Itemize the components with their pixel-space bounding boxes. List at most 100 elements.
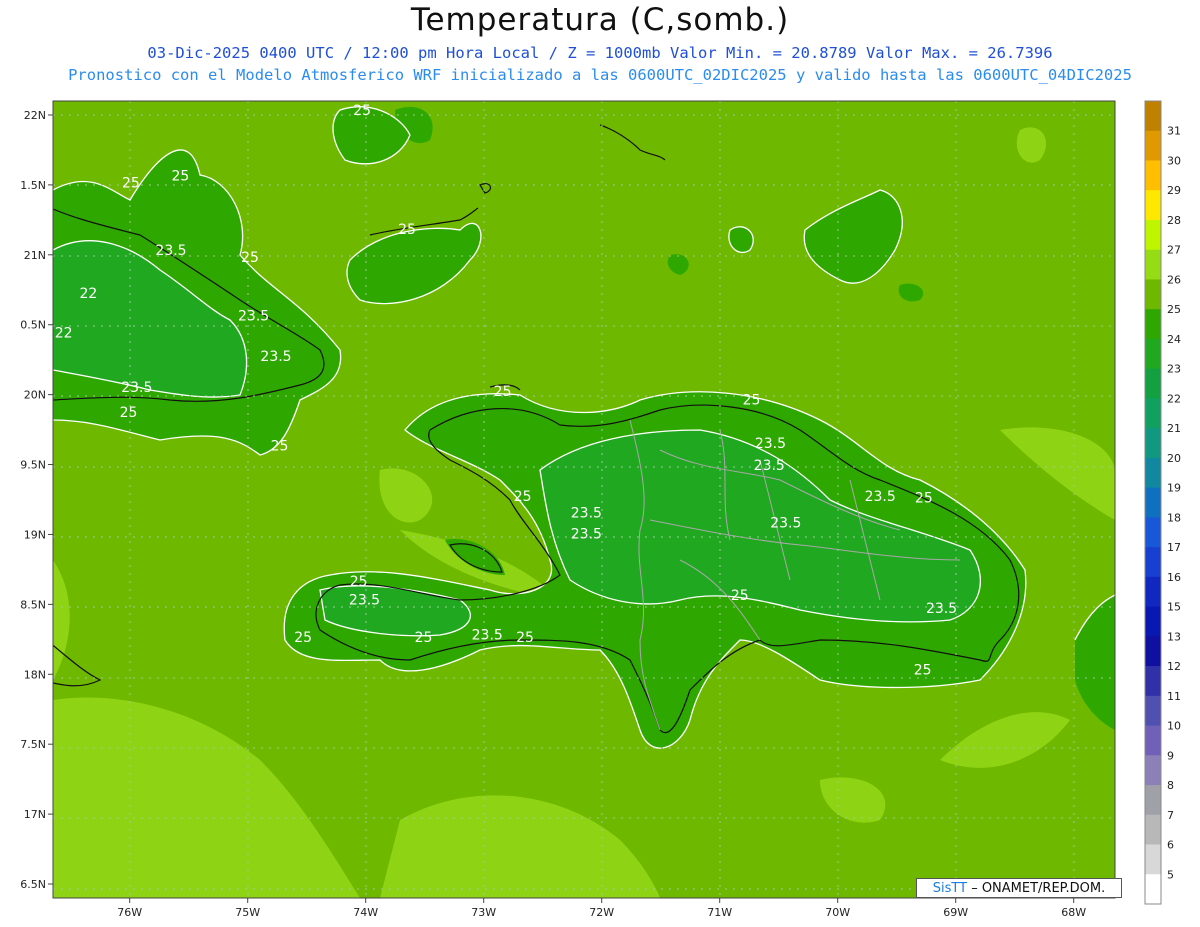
- colorbar-label: 23: [1167, 363, 1181, 376]
- contour-label: 25: [516, 630, 534, 646]
- contour-label: 25: [731, 588, 749, 604]
- colorbar-label: 28: [1167, 214, 1181, 227]
- lat-tick-label: 6.5N: [20, 878, 46, 891]
- contour-label: 23.5: [926, 601, 957, 617]
- colorbar-swatch: [1145, 368, 1161, 399]
- lon-tick-label: 76W: [117, 906, 142, 919]
- contour-label: 25: [415, 630, 433, 646]
- colorbar-label: 6: [1167, 839, 1174, 852]
- colorbar-label: 11: [1167, 690, 1181, 703]
- colorbar-swatch: [1145, 219, 1161, 251]
- colorbar-label: 25: [1167, 303, 1181, 316]
- colorbar-swatch: [1145, 874, 1161, 905]
- contour-label: 25: [743, 392, 761, 408]
- lon-tick-label: 73W: [471, 906, 496, 919]
- contour-label: 25: [353, 103, 371, 119]
- contour-label: 25: [914, 662, 932, 678]
- colorbar-label: 7: [1167, 809, 1174, 822]
- colorbar-label: 13: [1167, 630, 1181, 643]
- colorbar-label: 16: [1167, 571, 1181, 584]
- lat-tick-label: 22N: [24, 109, 46, 122]
- colorbar-swatch: [1145, 814, 1161, 846]
- colorbar-swatch: [1145, 398, 1161, 429]
- contour-label: 25: [271, 439, 289, 455]
- lat-tick-label: 0.5N: [20, 319, 46, 332]
- colorbar-swatch: [1145, 547, 1161, 578]
- lat-tick-label: 8.5N: [20, 598, 46, 611]
- colorbar-label: 22: [1167, 392, 1181, 405]
- colorbar-swatch: [1145, 428, 1161, 459]
- lon-tick-label: 68W: [1061, 906, 1086, 919]
- lon-tick-label: 72W: [589, 906, 614, 919]
- credit-box: SisTT – ONAMET/REP.DOM.: [916, 878, 1122, 898]
- colorbar-swatch: [1145, 755, 1161, 786]
- colorbar-swatch: [1145, 725, 1161, 756]
- colorbar-swatch: [1145, 457, 1161, 489]
- colorbar-swatch: [1145, 576, 1161, 608]
- contour-label: 23.5: [571, 527, 602, 543]
- lat-tick-label: 21N: [24, 249, 46, 262]
- contour-label: 23.5: [755, 436, 786, 452]
- colorbar: 31 30 29 28 27 26 25 24 23 22 21 20 19 18 17 16 15 13 12 11…: [1144, 100, 1181, 905]
- contour-label: 25: [350, 574, 368, 590]
- colorbar-label: 12: [1167, 660, 1181, 673]
- lat-tick-label: 20N: [24, 389, 46, 402]
- colorbar-label: 15: [1167, 601, 1181, 614]
- lon-tick-label: 74W: [353, 906, 378, 919]
- lon-tick-label: 75W: [235, 906, 260, 919]
- colorbar-label: 31: [1167, 125, 1181, 138]
- contour-label: 23.5: [238, 309, 269, 325]
- contour-label: 23.5: [260, 349, 291, 365]
- contour-label: 22: [79, 286, 97, 302]
- contour-label: 25: [494, 384, 512, 400]
- contour-label: 25: [172, 169, 190, 185]
- contour-label: 23.5: [571, 506, 602, 522]
- contour-label: 23.5: [754, 458, 785, 474]
- contour-label: 25: [122, 176, 140, 192]
- colorbar-label: 29: [1167, 184, 1181, 197]
- colorbar-swatch: [1145, 785, 1161, 816]
- colorbar-swatch: [1145, 338, 1161, 370]
- colorbar-swatch: [1145, 279, 1161, 310]
- colorbar-swatch: [1145, 695, 1161, 727]
- contour-label: 23.5: [770, 515, 801, 531]
- lat-tick-label: 1.5N: [20, 179, 46, 192]
- colorbar-label: 27: [1167, 244, 1181, 257]
- lon-tick-label: 70W: [825, 906, 850, 919]
- contour-label: 25: [514, 489, 532, 505]
- colorbar-label: 24: [1167, 333, 1181, 346]
- lat-tick-label: 19N: [24, 528, 46, 541]
- colorbar-swatch: [1145, 844, 1161, 875]
- colorbar-swatch: [1145, 666, 1161, 697]
- colorbar-label: 5: [1167, 868, 1174, 881]
- lon-tick-label: 69W: [943, 906, 968, 919]
- colorbar-swatch: [1145, 130, 1161, 161]
- colorbar-swatch: [1145, 487, 1161, 518]
- contour-label: 25: [294, 630, 312, 646]
- contour-label: 23.5: [121, 380, 152, 396]
- colorbar-label: 8: [1167, 779, 1174, 792]
- colorbar-label: 26: [1167, 273, 1181, 286]
- contour-label: 23.5: [349, 592, 380, 608]
- colorbar-swatch: [1145, 160, 1161, 191]
- colorbar-label: 19: [1167, 482, 1181, 495]
- sistt-logo: SisTT: [932, 881, 968, 896]
- colorbar-label: 20: [1167, 452, 1181, 465]
- contour-label: 25: [398, 222, 416, 238]
- contour-label: 22: [55, 325, 73, 341]
- contour-label: 23.5: [472, 627, 503, 643]
- colorbar-label: 21: [1167, 422, 1181, 435]
- contour-label: 25: [915, 490, 933, 506]
- contour-label: 25: [241, 250, 259, 266]
- colorbar-label: 10: [1167, 720, 1181, 733]
- colorbar-swatch: [1145, 636, 1161, 667]
- lat-tick-label: 17N: [24, 808, 46, 821]
- contour-label: 25: [120, 405, 138, 421]
- temperature-map: 25 25 25 25 25 23.5 22 22 23.5 23.5 23.5 25 25 25 25 23…: [20, 100, 1181, 919]
- colorbar-label: 9: [1167, 749, 1174, 762]
- colorbar-swatch: [1145, 249, 1161, 280]
- colorbar-swatch: [1145, 309, 1161, 340]
- contour-label: 23.5: [865, 489, 896, 505]
- colorbar-swatch: [1145, 101, 1161, 132]
- credit-text: – ONAMET/REP.DOM.: [967, 881, 1106, 896]
